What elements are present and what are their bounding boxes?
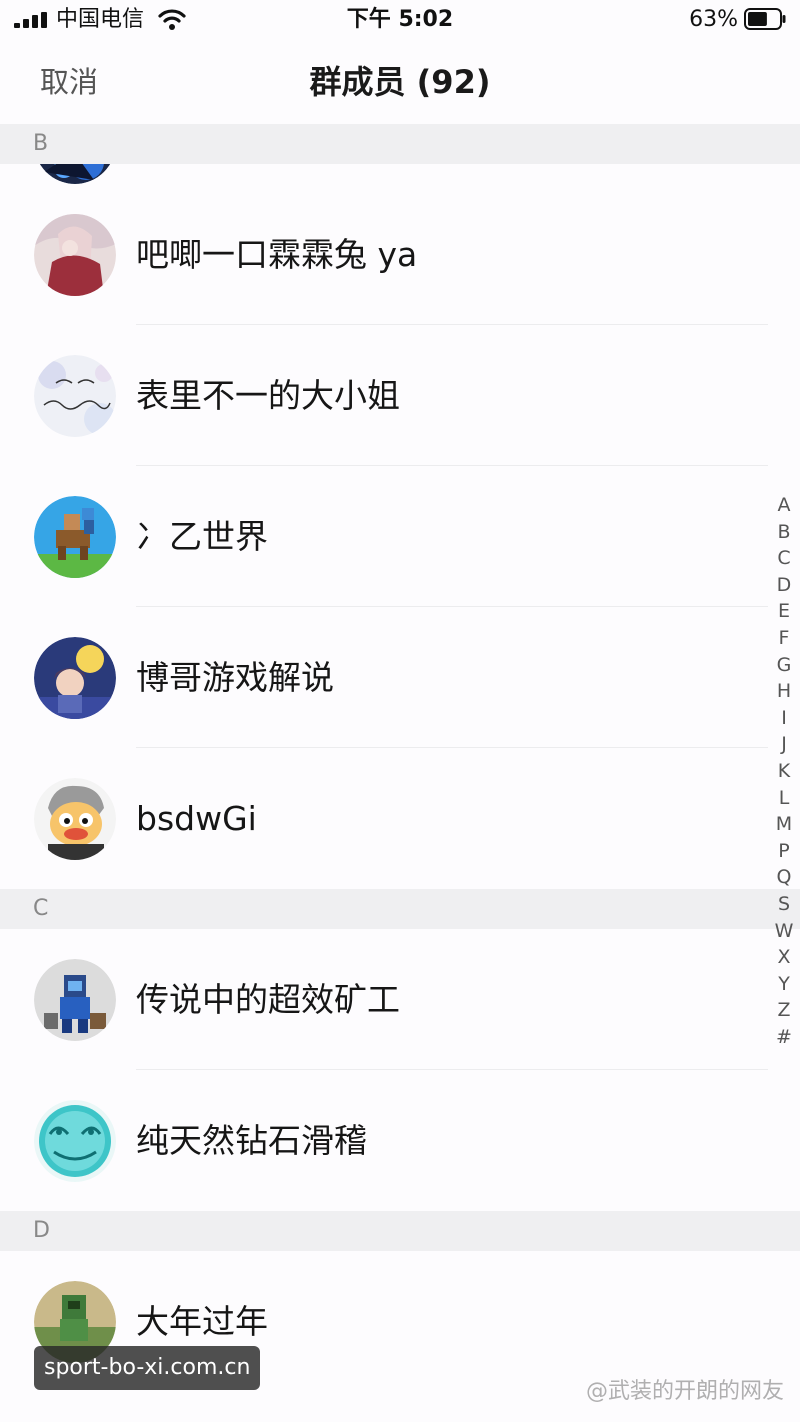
- index-letter[interactable]: E: [772, 598, 796, 625]
- member-row[interactable]: 博哥游戏解说: [0, 607, 800, 748]
- avatar: [34, 355, 116, 437]
- watermark-author: @武装的开朗的网友: [585, 1379, 784, 1404]
- member-name: 博哥游戏解说: [136, 658, 334, 697]
- member-list[interactable]: B 吧唧一口霖霖兔 ya 表里不一的大小姐 冫乙世界 博哥游戏解说 bsdwGi…: [0, 124, 800, 1392]
- member-row[interactable]: 表里不一的大小姐: [0, 325, 800, 466]
- index-letter[interactable]: W: [772, 918, 796, 945]
- index-letter[interactable]: P: [772, 838, 796, 865]
- avatar: [34, 214, 116, 296]
- member-name: 传说中的超效矿工: [136, 980, 400, 1019]
- index-letter[interactable]: Q: [772, 864, 796, 891]
- avatar: [34, 637, 116, 719]
- battery-percent: 63%: [689, 7, 738, 32]
- member-name: 大年过年: [136, 1302, 268, 1341]
- member-name: 冫乙世界: [136, 517, 268, 556]
- index-letter[interactable]: J: [772, 731, 796, 758]
- member-row[interactable]: bsdwGi: [0, 748, 800, 889]
- status-bar: 中国电信 下午 5:02 63%: [0, 0, 800, 40]
- index-letter[interactable]: B: [772, 519, 796, 546]
- index-letter[interactable]: #: [772, 1024, 796, 1051]
- member-row[interactable]: 冫乙世界: [0, 466, 800, 607]
- navigation-bar: 取消 群成员 (92): [0, 40, 800, 124]
- section-letter: D: [33, 1218, 50, 1243]
- member-name: 吧唧一口霖霖兔 ya: [136, 235, 418, 274]
- member-name: bsdwGi: [136, 799, 257, 838]
- member-name: 纯天然钻石滑稽: [136, 1121, 367, 1160]
- page-title: 群成员 (92): [309, 63, 491, 101]
- member-name: 表里不一的大小姐: [136, 376, 400, 415]
- index-letter[interactable]: X: [772, 944, 796, 971]
- index-letter[interactable]: S: [772, 891, 796, 918]
- alphabet-index-bar[interactable]: A B C D E F G H I J K L M P Q S W X Y Z #: [772, 492, 796, 1050]
- section-header-b: B: [0, 124, 800, 164]
- index-letter[interactable]: A: [772, 492, 796, 519]
- avatar: [34, 1100, 116, 1182]
- section-letter: B: [33, 131, 49, 156]
- index-letter[interactable]: Y: [772, 971, 796, 998]
- member-row[interactable]: [0, 164, 800, 184]
- battery-icon: [744, 8, 786, 30]
- member-row[interactable]: 吧唧一口霖霖兔 ya: [0, 184, 800, 325]
- index-letter[interactable]: D: [772, 572, 796, 599]
- section-letter: C: [33, 896, 49, 921]
- index-letter[interactable]: M: [772, 811, 796, 838]
- index-letter[interactable]: F: [772, 625, 796, 652]
- avatar: [34, 959, 116, 1041]
- member-row[interactable]: 传说中的超效矿工: [0, 929, 800, 1070]
- avatar: [39, 164, 111, 184]
- index-letter[interactable]: Z: [772, 997, 796, 1024]
- index-letter[interactable]: C: [772, 545, 796, 572]
- section-header-d: D: [0, 1211, 800, 1251]
- status-time: 下午 5:02: [346, 7, 454, 32]
- section-header-c: C: [0, 889, 800, 929]
- index-letter[interactable]: G: [772, 652, 796, 679]
- avatar: [34, 496, 116, 578]
- member-row[interactable]: 纯天然钻石滑稽: [0, 1070, 800, 1211]
- index-letter[interactable]: I: [772, 705, 796, 732]
- index-letter[interactable]: L: [772, 785, 796, 812]
- index-letter[interactable]: H: [772, 678, 796, 705]
- watermark-url: sport-bo-xi.com.cn: [34, 1346, 261, 1390]
- index-letter[interactable]: K: [772, 758, 796, 785]
- avatar: [34, 778, 116, 860]
